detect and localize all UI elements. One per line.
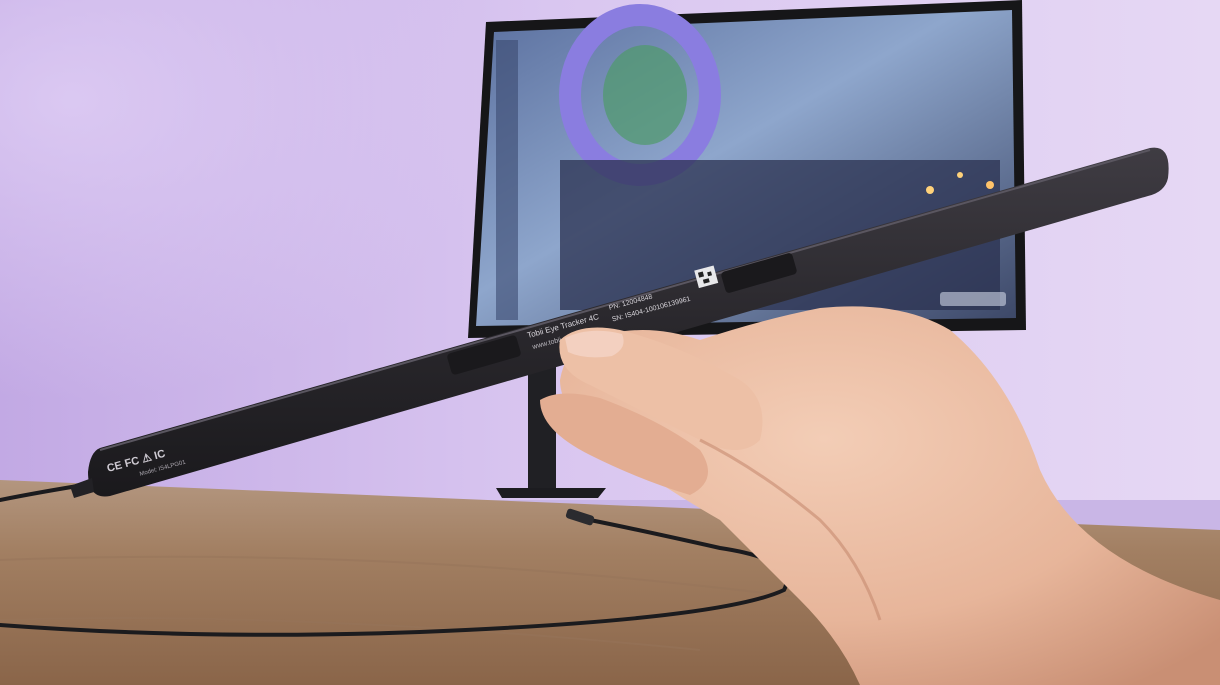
screen-stadium-inner <box>603 45 687 145</box>
hand-thumbnail <box>565 330 624 358</box>
screen-desktop-icons <box>496 40 518 320</box>
monitor-stand-base <box>496 488 606 498</box>
photo-illustration: Tobii Eye Tracker 4C www.tobii.com PN: 1… <box>0 0 1220 685</box>
screen-logo <box>940 292 1006 306</box>
screen-lights <box>926 186 934 194</box>
photo-scene: Tobii Eye Tracker 4C www.tobii.com PN: 1… <box>0 0 1220 685</box>
